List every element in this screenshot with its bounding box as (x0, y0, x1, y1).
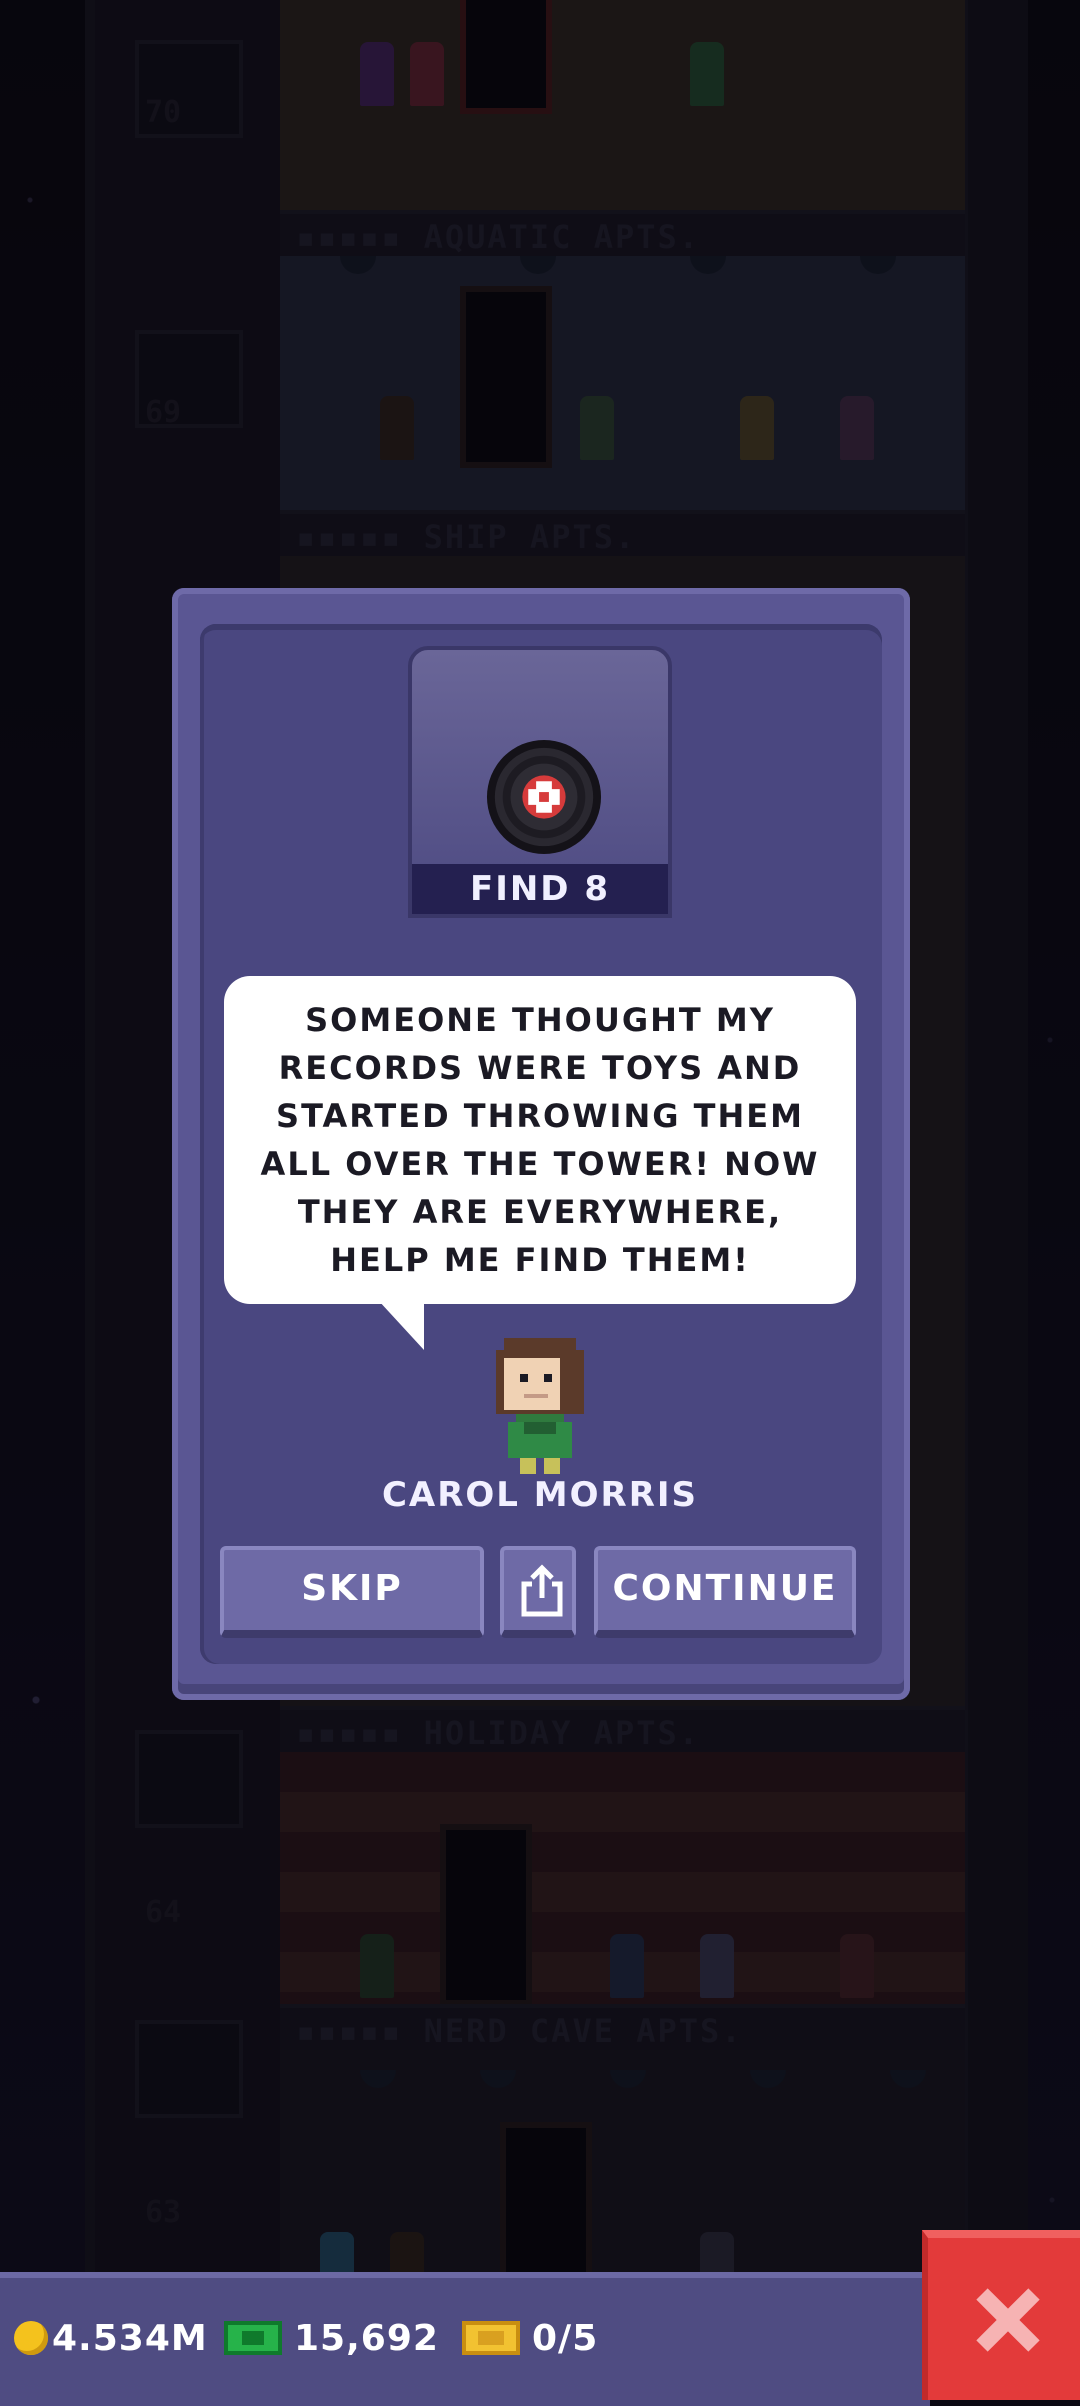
resident (360, 42, 394, 106)
floor-name: HOLIDAY APTS. (423, 1714, 701, 1752)
resident (410, 42, 444, 106)
lamp (860, 256, 896, 274)
floor-door (460, 0, 552, 114)
floor-name: NERD CAVE APTS. (423, 2012, 743, 2050)
resource-bar: 4.534M 15,692 0/5 (0, 2272, 930, 2406)
lamp (520, 256, 556, 274)
coins-stat: 4.534M (14, 2278, 208, 2398)
character-avatar (496, 1338, 584, 1474)
coin-icon (14, 2321, 48, 2355)
lamp (690, 256, 726, 274)
bux-value: 15,692 (294, 2317, 439, 2359)
bux-icon (224, 2321, 282, 2355)
lamp (480, 2070, 516, 2088)
floor-nerd-cave: ▪▪▪▪▪ NERD CAVE APTS. (280, 2004, 965, 2304)
resident (610, 1934, 644, 1998)
lamp (340, 256, 376, 274)
floor-label-bar: ▪▪▪▪▪ SHIP APTS. (280, 510, 965, 556)
floor-aquatic: ▪▪▪▪▪ AQUATIC APTS. (280, 210, 965, 510)
floor-label-bar: ▪▪▪▪▪ AQUATIC APTS. (280, 210, 965, 256)
resident (580, 396, 614, 460)
close-button[interactable] (922, 2230, 1080, 2400)
close-icon (976, 2288, 1040, 2352)
floor-label-bar: ▪▪▪▪▪ NERD CAVE APTS. (280, 2004, 965, 2050)
floor-number: 70 (145, 95, 182, 130)
lamp (360, 2070, 396, 2088)
tower-right-wall (960, 0, 1028, 2280)
resident (700, 1934, 734, 1998)
speech-bubble: SOMEONE THOUGHT MY RECORDS WERE TOYS AND… (224, 976, 856, 1304)
lamp (750, 2070, 786, 2088)
resident (360, 1934, 394, 1998)
floor-number: 63 (145, 2195, 182, 2230)
floor-label: ▪▪▪▪▪ AQUATIC APTS. (296, 218, 701, 256)
tickets-value: 0/5 (532, 2317, 599, 2359)
floor-holiday: ▪▪▪▪▪ HOLIDAY APTS. (280, 1706, 965, 2006)
bux-stat: 15,692 (224, 2278, 439, 2398)
resident (840, 1934, 874, 1998)
lamp (890, 2070, 926, 2088)
resident (690, 42, 724, 106)
floor-top (280, 0, 965, 210)
share-icon (521, 1564, 563, 1617)
resident (740, 396, 774, 460)
floor-label: ▪▪▪▪▪ NERD CAVE APTS. (296, 2012, 743, 2050)
floor-name: AQUATIC APTS. (423, 218, 701, 256)
shaft-window (135, 2020, 243, 2118)
floor-number: 64 (145, 1895, 182, 1930)
lamp (610, 2070, 646, 2088)
resident (840, 396, 874, 460)
floor-label-bar: ▪▪▪▪▪ HOLIDAY APTS. (280, 1706, 965, 1752)
floor-label: ▪▪▪▪▪ HOLIDAY APTS. (296, 1714, 701, 1752)
continue-button[interactable]: CONTINUE (594, 1546, 856, 1638)
mission-item-tile: FIND 8 (408, 646, 672, 918)
floor-label: ▪▪▪▪▪ SHIP APTS. (296, 518, 637, 556)
share-button[interactable] (500, 1546, 576, 1638)
golden-ticket-icon (462, 2321, 520, 2355)
skip-button[interactable]: SKIP (220, 1546, 484, 1638)
tickets-stat: 0/5 (462, 2278, 598, 2398)
floor-door (440, 1824, 532, 2006)
floor-room (280, 0, 965, 210)
floor-room (280, 2050, 965, 2304)
speech-bubble-tail (378, 1300, 424, 1350)
floor-name: SHIP APTS. (423, 518, 637, 556)
floor-door (460, 286, 552, 468)
coins-value: 4.534M (52, 2317, 208, 2359)
floor-number: 69 (145, 395, 182, 430)
character-name: CAROL MORRIS (381, 1475, 699, 1515)
floor-room (280, 256, 965, 510)
vinyl-record-icon (486, 739, 602, 855)
resident (380, 396, 414, 460)
floor-room (280, 1752, 965, 2006)
find-count-label: FIND 8 (412, 864, 668, 914)
shaft-window (135, 1730, 243, 1828)
